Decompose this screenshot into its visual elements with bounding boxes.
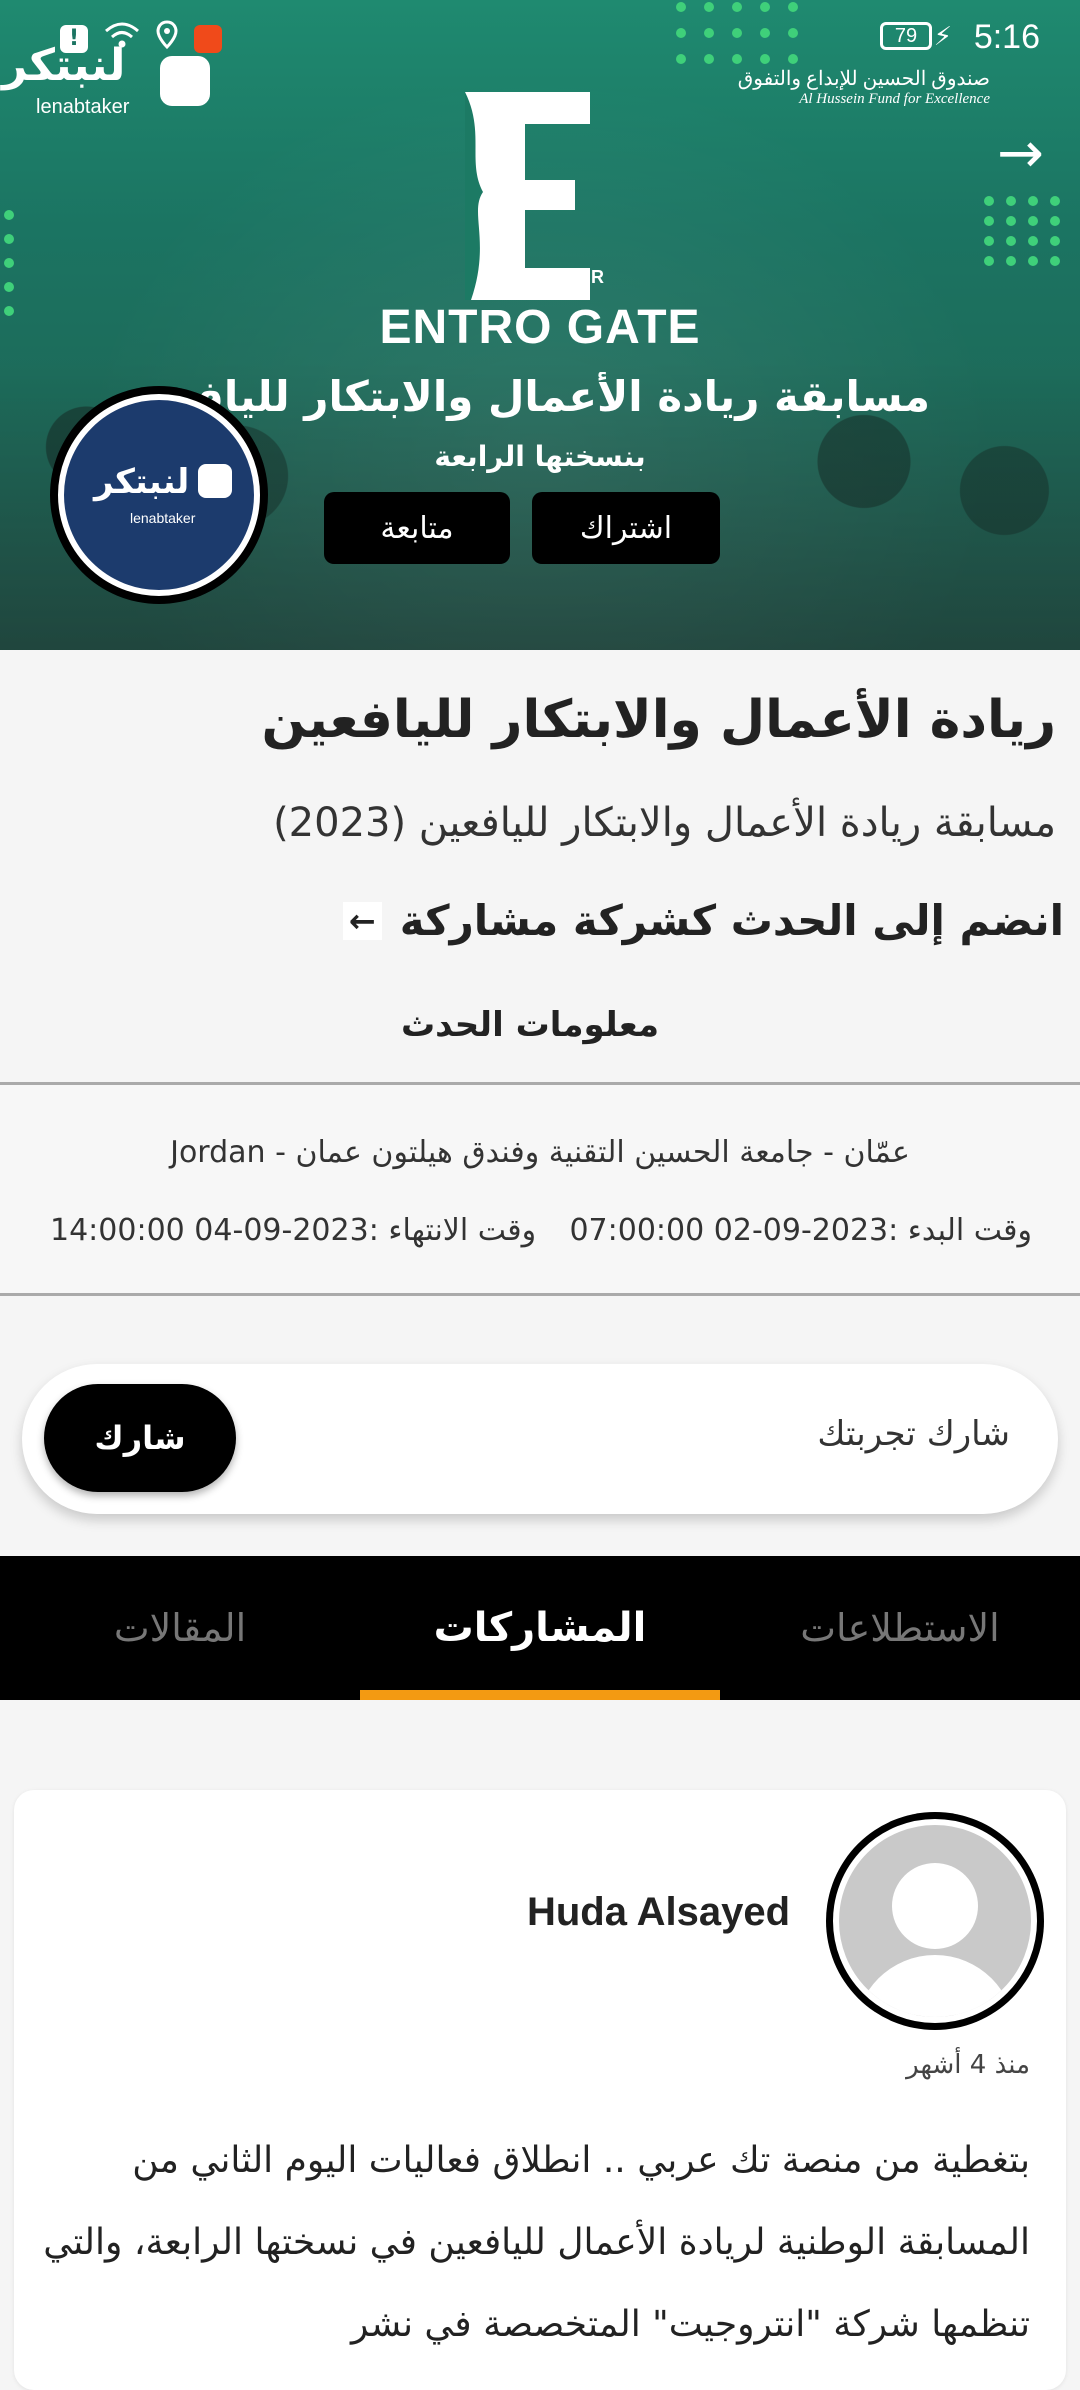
registered-mark: R: [591, 267, 604, 287]
event-end-time: وقت الانتهاء :2023-09-04 14:00:00: [50, 1213, 537, 1248]
post-timestamp: منذ 4 أشهر: [906, 2050, 1030, 2080]
event-title: ريادة الأعمال والابتكار لليافعين: [261, 690, 1057, 750]
hussein-fund-logo: صندوق الحسين للإبداع والتفوق Al Hussein …: [738, 66, 990, 108]
event-start-time: وقت البدء :2023-09-02 07:00:00: [569, 1213, 1032, 1248]
tab-posts[interactable]: المشاركات: [360, 1556, 720, 1700]
organizer-avatar[interactable]: لنبتكر lenabtaker: [50, 386, 268, 604]
join-as-company-link[interactable]: ← انضم إلى الحدث كشركة مشاركة: [342, 896, 1064, 945]
post-card: Huda Alsayed منذ 4 أشهر بتغطية من منصة ت…: [14, 1790, 1066, 2390]
next-arrow-icon[interactable]: →: [997, 126, 1044, 182]
content-tabs: الاستطلاعات المشاركات المقالات: [0, 1556, 1080, 1700]
charging-icon: ⚡: [933, 22, 952, 52]
subscribe-button[interactable]: اشتراك: [532, 492, 720, 564]
fund-name-ar: صندوق الحسين للإبداع والتفوق: [737, 68, 990, 90]
avatar-brand-ar: لنبتكر: [94, 462, 190, 502]
entro-gate-logo: R: [465, 92, 604, 300]
post-author-name[interactable]: Huda Alsayed: [527, 1890, 790, 1935]
share-prompt[interactable]: شارك تجربتك: [817, 1414, 1010, 1454]
brand-name-ar: لنبتكر: [2, 40, 126, 91]
join-link-label: انضم إلى الحدث كشركة مشاركة: [399, 896, 1064, 945]
lenabtaker-logo: لنبتكر lenabtaker: [0, 40, 230, 120]
battery-icon: 79: [880, 22, 932, 50]
tab-articles[interactable]: المقالات: [0, 1556, 360, 1700]
avatar-brand-icon: [198, 464, 232, 498]
cover-title: مسابقة ريادة الأعمال والابتكار لليافعين: [200, 372, 930, 421]
arrow-left-icon: ←: [342, 901, 382, 940]
share-button[interactable]: شارك: [44, 1384, 236, 1492]
post-body: بتغطية من منصة تك عربي .. انطلاق فعاليات…: [43, 2140, 1030, 2345]
author-avatar[interactable]: [826, 1812, 1044, 2030]
event-info-heading: معلومات الحدث: [401, 1005, 659, 1045]
fund-name-en: Al Hussein Fund for Excellence: [799, 91, 990, 107]
decorative-dots-right: [984, 196, 1060, 266]
default-user-icon-body: [855, 1955, 1015, 2017]
brand-name-en: lenabtaker: [36, 96, 130, 118]
avatar-brand-en: lenabtaker: [130, 510, 196, 526]
event-info-box: Jordan - عمّان - جامعة الحسين التقنية وف…: [0, 1082, 1080, 1296]
event-cover-banner: ! 79 ⚡ 5:16 لنبتكر lenabtaker صندوق الحس…: [0, 0, 1080, 650]
event-subtitle: مسابقة ريادة الأعمال والابتكار لليافعين …: [273, 800, 1056, 846]
tab-surveys[interactable]: الاستطلاعات: [720, 1556, 1080, 1700]
event-location: Jordan - عمّان - جامعة الحسين التقنية وف…: [170, 1135, 910, 1170]
default-user-icon-head: [892, 1863, 978, 1949]
follow-button[interactable]: متابعة: [324, 492, 510, 564]
share-experience-card: شارك تجربتك شارك: [22, 1364, 1058, 1514]
event-brand-name: ENTRO GATE: [379, 301, 701, 354]
clock: 5:16: [973, 18, 1040, 56]
brand-square-icon: [160, 56, 210, 106]
